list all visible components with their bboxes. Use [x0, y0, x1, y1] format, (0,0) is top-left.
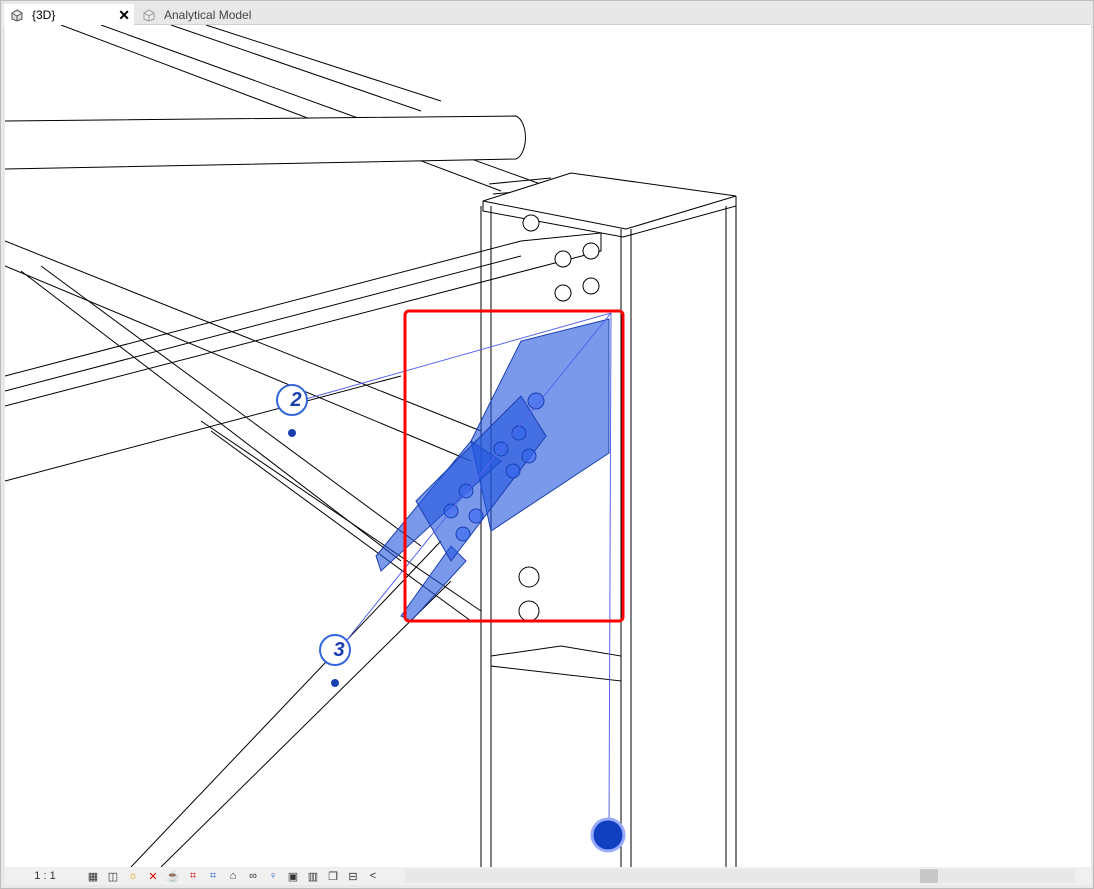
view-control-bar: 1 : 1 ▦ ◫ ☼ ✕ ☕ ⌗ ⌗ ⌂ ∞ ♀ ▣ ▥ ❐ ⊟ < — [5, 867, 1091, 885]
scale-selector[interactable]: 1 : 1 — [5, 870, 85, 882]
tab-analytical-model[interactable]: Analytical Model — [136, 4, 316, 26]
crop-view-off-icon[interactable]: ⌗ — [185, 869, 201, 883]
detail-level-icon[interactable]: ▦ — [85, 869, 101, 883]
tab-label: {3D} — [32, 8, 56, 22]
3d-viewport[interactable]: 2 3 — [4, 24, 1091, 868]
constraints-icon[interactable]: ⊟ — [345, 869, 361, 883]
view-tab-bar: {3D} ✕ Analytical Model — [4, 4, 1090, 26]
show-crop-icon[interactable]: ⌗ — [205, 869, 221, 883]
shadows-off-icon[interactable]: ✕ — [145, 869, 161, 883]
tag-3[interactable]: 3 — [327, 639, 351, 662]
horizontal-scrollbar[interactable] — [405, 869, 1075, 883]
model-drawing — [4, 24, 737, 868]
close-tab-button[interactable]: ✕ — [118, 7, 130, 24]
visual-style-icon[interactable]: ◫ — [105, 869, 121, 883]
tab-3d[interactable]: {3D} ✕ — [4, 4, 134, 26]
temporary-hide-icon[interactable]: ∞ — [245, 869, 261, 883]
view-window: {3D} ✕ Analytical Model 2 3 1: 1 ▦ ◫ ☼ … — [0, 0, 1094, 889]
highlight-displacement-icon[interactable]: ❐ — [325, 869, 341, 883]
analytical-model-icon[interactable]: ▥ — [305, 869, 321, 883]
3d-view-icon — [143, 9, 155, 22]
collapse-icon[interactable]: < — [365, 869, 381, 883]
3d-view-icon — [11, 9, 23, 22]
render-icon[interactable]: ☕ — [165, 869, 181, 883]
worksharing-icon[interactable]: ▣ — [285, 869, 301, 883]
end-node — [590, 817, 626, 853]
tag-2[interactable]: 2 — [284, 389, 308, 412]
unlock-3d-icon[interactable]: ⌂ — [225, 869, 241, 883]
scrollbar-thumb[interactable] — [920, 869, 938, 883]
sun-path-off-icon[interactable]: ☼ — [125, 869, 141, 883]
tab-label: Analytical Model — [164, 8, 252, 22]
reveal-hidden-icon[interactable]: ♀ — [265, 869, 281, 883]
